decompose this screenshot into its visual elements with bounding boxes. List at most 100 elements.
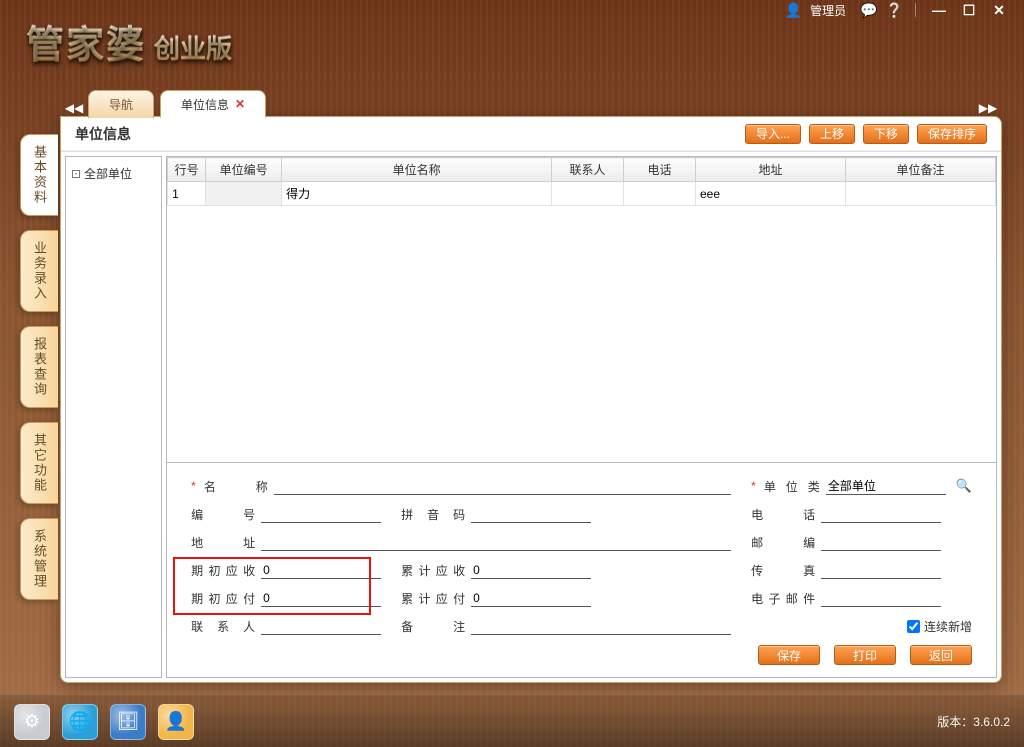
input-name[interactable] [274, 477, 731, 495]
input-total-recv[interactable] [471, 561, 591, 579]
col-rowno[interactable]: 行号 [168, 158, 206, 182]
input-email[interactable] [821, 589, 941, 607]
sidenav-biz-entry[interactable]: 业务录入 [20, 230, 58, 312]
input-contact[interactable] [261, 617, 381, 635]
version-label: 版本： [937, 715, 973, 729]
tab-nav[interactable]: 导航 [88, 90, 154, 118]
input-pinyin[interactable] [471, 505, 591, 523]
taskbar-db-icon[interactable]: 🗄 [110, 704, 146, 740]
input-init-recv[interactable] [261, 561, 381, 579]
version-value: 3.6.0.2 [973, 715, 1010, 729]
label-phone: 电 话 [751, 506, 815, 523]
label-total-pay: 累计应付 [401, 590, 465, 607]
label-name: 名 称 [204, 478, 268, 495]
input-code[interactable] [261, 505, 381, 523]
col-phone[interactable]: 电话 [624, 158, 696, 182]
label-init-pay: 期初应付 [191, 590, 255, 607]
unit-tree[interactable]: - 全部单位 [65, 156, 162, 678]
label-addr: 地 址 [191, 534, 255, 551]
minimize-button[interactable]: — [928, 3, 950, 17]
tree-root-label: 全部单位 [84, 165, 132, 182]
page-title: 单位信息 [75, 124, 131, 144]
main-panel: 单位信息 导入... 上移 下移 保存排序 - 全部单位 行号 单位编号 单位名… [60, 116, 1002, 683]
sidenav-report-query[interactable]: 报表查询 [20, 326, 58, 408]
search-icon[interactable]: 🔍 [956, 478, 972, 494]
input-fax[interactable] [821, 561, 941, 579]
label-code: 编 号 [191, 506, 255, 523]
continuous-add-checkbox[interactable]: 连续新增 [907, 618, 972, 635]
input-category[interactable] [826, 477, 946, 495]
help-icon[interactable]: ❔ [886, 2, 903, 19]
taskbar-user-icon[interactable]: 👤 [158, 704, 194, 740]
wechat-icon[interactable]: 💬 [860, 2, 877, 19]
label-email: 电子邮件 [751, 590, 815, 607]
divider [915, 3, 916, 17]
label-post: 邮 编 [751, 534, 815, 551]
sidenav-system[interactable]: 系统管理 [20, 518, 58, 600]
required-mark: * [751, 479, 756, 493]
label-init-recv: 期初应收 [191, 562, 255, 579]
continuous-add-input[interactable] [907, 620, 920, 633]
label-contact: 联 系 人 [191, 618, 255, 635]
col-addr[interactable]: 地址 [696, 158, 846, 182]
col-remark[interactable]: 单位备注 [846, 158, 996, 182]
input-post[interactable] [821, 533, 941, 551]
input-total-pay[interactable] [471, 589, 591, 607]
brand-sub: 创业版 [154, 29, 232, 66]
right-column: 行号 单位编号 单位名称 联系人 电话 地址 单位备注 1 得力 [166, 156, 997, 678]
tab-label: 单位信息 [181, 96, 229, 113]
move-down-button[interactable]: 下移 [863, 124, 909, 144]
label-pinyin: 拼 音 码 [401, 506, 465, 523]
user-label: 管理员 [810, 2, 846, 19]
sidenav-basic-data[interactable]: 基本资料 [20, 134, 58, 216]
tab-close-icon[interactable]: ✕ [235, 97, 245, 111]
taskbar-globe-icon[interactable]: 🌐 [62, 704, 98, 740]
cell-rowno: 1 [168, 182, 206, 206]
save-order-button[interactable]: 保存排序 [917, 124, 987, 144]
form-buttons: 保存 打印 返回 [191, 645, 972, 665]
col-name[interactable]: 单位名称 [282, 158, 552, 182]
tree-root-node[interactable]: - 全部单位 [70, 163, 157, 184]
tab-row: ◀◀ 导航 单位信息 ✕ ▶▶ [60, 88, 1002, 118]
required-mark: * [191, 479, 196, 493]
tree-collapse-icon[interactable]: - [72, 170, 80, 178]
tab-label: 导航 [109, 96, 133, 113]
input-addr[interactable] [261, 533, 731, 551]
cell-contact [552, 182, 624, 206]
brand-main: 管家婆 [26, 14, 146, 69]
back-button[interactable]: 返回 [910, 645, 972, 665]
taskbar-settings-icon[interactable]: ⚙ [14, 704, 50, 740]
input-phone[interactable] [821, 505, 941, 523]
tab-scroll-right[interactable]: ▶▶ [974, 98, 1002, 118]
input-remark[interactable] [471, 617, 731, 635]
grid-header-row: 行号 单位编号 单位名称 联系人 电话 地址 单位备注 [168, 158, 996, 182]
sidenav-other[interactable]: 其它功能 [20, 422, 58, 504]
grid-wrap: 行号 单位编号 单位名称 联系人 电话 地址 单位备注 1 得力 [166, 156, 997, 463]
label-remark: 备 注 [401, 618, 465, 635]
tab-unit-info[interactable]: 单位信息 ✕ [160, 90, 266, 118]
label-fax: 传 真 [751, 562, 815, 579]
label-category: 单 位 类 [764, 478, 820, 495]
cell-code [206, 182, 282, 206]
tab-scroll-left[interactable]: ◀◀ [60, 98, 88, 118]
side-nav: 基本资料 业务录入 报表查询 其它功能 系统管理 [20, 134, 60, 600]
continuous-add-label: 连续新增 [924, 618, 972, 635]
close-button[interactable]: ✕ [988, 3, 1010, 17]
cell-addr: eee [696, 182, 846, 206]
label-total-recv: 累计应收 [401, 562, 465, 579]
import-button[interactable]: 导入... [745, 124, 801, 144]
maximize-button[interactable]: ☐ [958, 3, 980, 17]
save-button[interactable]: 保存 [758, 645, 820, 665]
panel-body: - 全部单位 行号 单位编号 单位名称 联系人 电话 地址 单位备注 [61, 151, 1001, 682]
app-brand: 管家婆 创业版 [26, 14, 232, 69]
move-up-button[interactable]: 上移 [809, 124, 855, 144]
cell-name: 得力 [282, 182, 552, 206]
input-init-pay[interactable] [261, 589, 381, 607]
table-row[interactable]: 1 得力 eee [168, 182, 996, 206]
col-code[interactable]: 单位编号 [206, 158, 282, 182]
user-icon: 👤 [785, 2, 802, 19]
print-button[interactable]: 打印 [834, 645, 896, 665]
unit-grid[interactable]: 行号 单位编号 单位名称 联系人 电话 地址 单位备注 1 得力 [167, 157, 996, 206]
cell-phone [624, 182, 696, 206]
col-contact[interactable]: 联系人 [552, 158, 624, 182]
